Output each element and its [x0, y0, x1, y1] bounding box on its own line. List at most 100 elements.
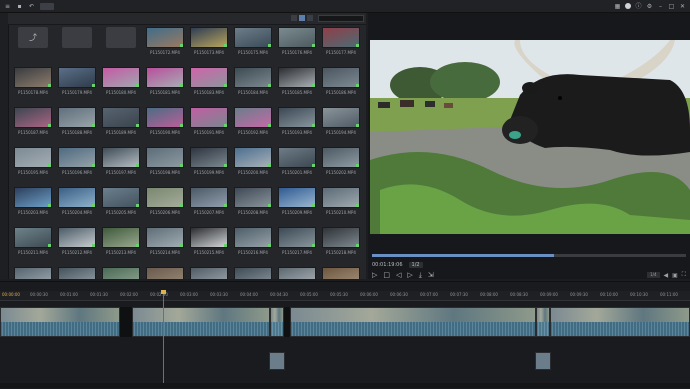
clip-thumbnail-item[interactable]: P1150172.MP4: [146, 27, 184, 55]
clip-thumbnail-item[interactable]: P1150218.MP4: [322, 227, 360, 255]
timeline-ruler[interactable]: 00:00:00 00:00:30 00:01:00 00:01:30 00:02:0…: [0, 291, 690, 301]
clip-thumbnail-item[interactable]: P1150211.MP4: [14, 227, 52, 255]
grid-icon[interactable]: ▦: [614, 3, 621, 10]
clip-thumbnail-item[interactable]: P1150197.MP4: [102, 147, 140, 175]
clip-thumbnail-item[interactable]: P1150184.MP4: [234, 67, 272, 95]
clip-thumbnail-item[interactable]: P1150214.MP4: [146, 227, 184, 255]
settings-icon[interactable]: ⚙: [646, 3, 653, 10]
snapshot-icon[interactable]: ▣: [672, 272, 678, 279]
account-icon[interactable]: [625, 3, 631, 9]
clip-thumbnail-item[interactable]: P1150188.MP4: [58, 107, 96, 135]
clip-thumbnail-item[interactable]: P1150198.MP4: [146, 147, 184, 175]
clip-thumbnail-item[interactable]: P1150202.MP4: [322, 147, 360, 175]
clip-thumbnail-item[interactable]: P1150203.MP4: [14, 187, 52, 215]
clip-thumbnail-item[interactable]: P1150179.MP4: [58, 67, 96, 95]
clip-thumbnail-item[interactable]: P1150206.MP4: [146, 187, 184, 215]
clip-thumbnail-item[interactable]: P1150193.MP4: [278, 107, 316, 135]
used-marker-icon: [180, 44, 183, 47]
view-large-icon[interactable]: [307, 15, 313, 21]
clip-thumbnail-item[interactable]: P1150175.MP4: [234, 27, 272, 55]
maximize-icon[interactable]: □: [668, 3, 675, 10]
clip-thumbnail-item[interactable]: P1150177.MP4: [322, 27, 360, 55]
view-list-icon[interactable]: [291, 15, 297, 21]
clip-thumbnail-item[interactable]: P1150220.MP4: [58, 267, 96, 279]
clip-thumbnail-item[interactable]: P1150196.MP4: [58, 147, 96, 175]
clip-thumbnail-item[interactable]: P1150194.MP4: [322, 107, 360, 135]
video-preview[interactable]: [370, 40, 690, 234]
clip-thumbnail-item[interactable]: P1150191.MP4: [190, 107, 228, 135]
timeline-clip[interactable]: [550, 307, 690, 337]
save-icon[interactable]: ▪: [16, 3, 23, 10]
clip-thumbnail-item[interactable]: [190, 267, 228, 279]
overlay-clip[interactable]: [535, 352, 551, 370]
playback-scrubber[interactable]: [372, 254, 686, 257]
clip-thumbnail-item[interactable]: P1150187.MP4: [14, 107, 52, 135]
clip-thumbnail-item[interactable]: P1150178.MP4: [14, 67, 52, 95]
menu-icon[interactable]: ≡: [4, 3, 11, 10]
quality-select[interactable]: 1/4: [647, 272, 660, 278]
timeline-clip[interactable]: [0, 307, 120, 337]
timeline-clip[interactable]: [290, 307, 536, 337]
clip-thumbnail-item[interactable]: [278, 267, 316, 279]
search-input[interactable]: [318, 15, 364, 22]
used-marker-icon: [92, 84, 95, 87]
clip-thumbnail-item[interactable]: P1150205.MP4: [102, 187, 140, 215]
clip-thumbnail-item[interactable]: P1150200.MP4: [234, 147, 272, 175]
clip-thumbnail-item[interactable]: P1150180.MP4: [102, 67, 140, 95]
undo-icon[interactable]: ↶: [28, 3, 35, 10]
clip-thumbnail-item[interactable]: P1150190.MP4: [146, 107, 184, 135]
clip-thumbnail-item[interactable]: P1150181.MP4: [146, 67, 184, 95]
clip-thumbnail-item[interactable]: P1150212.MP4: [58, 227, 96, 255]
minimize-icon[interactable]: –: [657, 3, 664, 10]
view-grid-icon[interactable]: [299, 15, 305, 21]
volume-icon[interactable]: ◀: [664, 272, 669, 279]
mark-in-icon[interactable]: ⤓: [419, 271, 422, 280]
clip-thumbnail-item[interactable]: [234, 267, 272, 279]
mark-out-icon[interactable]: ⇲: [428, 271, 434, 280]
timeline-clip[interactable]: [536, 307, 550, 337]
clip-thumbnail-item[interactable]: P1150173.MP4: [190, 27, 228, 55]
export-button[interactable]: [40, 2, 54, 10]
timeline-scrollbar[interactable]: [0, 383, 690, 388]
clip-thumbnail-item[interactable]: P1150219.MP4: [14, 267, 52, 279]
clip-thumbnail-item[interactable]: P1150199.MP4: [190, 147, 228, 175]
fullscreen-icon[interactable]: ⛶: [682, 271, 686, 279]
prev-frame-icon[interactable]: ◁: [396, 271, 401, 280]
clip-thumbnail-item[interactable]: P1150207.MP4: [190, 187, 228, 215]
browser-side-strip[interactable]: [0, 13, 9, 279]
folder-item[interactable]: [58, 27, 96, 55]
clip-thumbnail-item[interactable]: P1150217.MP4: [278, 227, 316, 255]
clip-thumbnail-item[interactable]: P1150189.MP4: [102, 107, 140, 135]
clip-thumbnail-item[interactable]: P1150213.MP4: [102, 227, 140, 255]
stop-icon[interactable]: □: [383, 271, 390, 280]
play-icon[interactable]: ▷: [372, 271, 377, 280]
playhead[interactable]: [161, 290, 166, 388]
folder-item[interactable]: [102, 27, 140, 55]
timeline-clip[interactable]: [270, 307, 284, 337]
playhead-handle[interactable]: [161, 290, 166, 294]
clip-thumbnail-item[interactable]: P1150221.MP4: [102, 267, 140, 279]
clip-thumbnail-item[interactable]: P1150195.MP4: [14, 147, 52, 175]
speed-select[interactable]: 1/2: [408, 262, 423, 268]
clip-thumbnail-item[interactable]: P1150215.MP4: [190, 227, 228, 255]
clip-thumbnail-item[interactable]: P1150201.MP4: [278, 147, 316, 175]
clip-thumbnail-item[interactable]: [322, 267, 360, 279]
folder-back[interactable]: ⤴: [14, 27, 52, 55]
clip-thumbnail-item[interactable]: P1150208.MP4: [234, 187, 272, 215]
clip-thumbnail-item[interactable]: P1150176.MP4: [278, 27, 316, 55]
info-icon[interactable]: ⓘ: [635, 3, 642, 10]
clip-thumbnail-item[interactable]: P1150185.MP4: [278, 67, 316, 95]
clip-thumbnail-item[interactable]: P1150186.MP4: [322, 67, 360, 95]
overlay-clip[interactable]: [269, 352, 285, 370]
clip-thumbnail-item[interactable]: P1150204.MP4: [58, 187, 96, 215]
clip-thumbnail-item[interactable]: [146, 267, 184, 279]
clip-thumbnail-item[interactable]: P1150216.MP4: [234, 227, 272, 255]
timeline-clip[interactable]: [132, 307, 270, 337]
next-frame-icon[interactable]: ▷: [407, 271, 412, 280]
clip-thumbnail-item[interactable]: P1150192.MP4: [234, 107, 272, 135]
clip-thumbnail-item[interactable]: P1150209.MP4: [278, 187, 316, 215]
clip-thumbnail-item[interactable]: P1150183.MP4: [190, 67, 228, 95]
close-icon[interactable]: ✕: [679, 3, 686, 10]
clip-thumbnail-item[interactable]: P1150210.MP4: [322, 187, 360, 215]
player-right-controls: 1/4 ◀ ▣ ⛶: [647, 271, 686, 279]
